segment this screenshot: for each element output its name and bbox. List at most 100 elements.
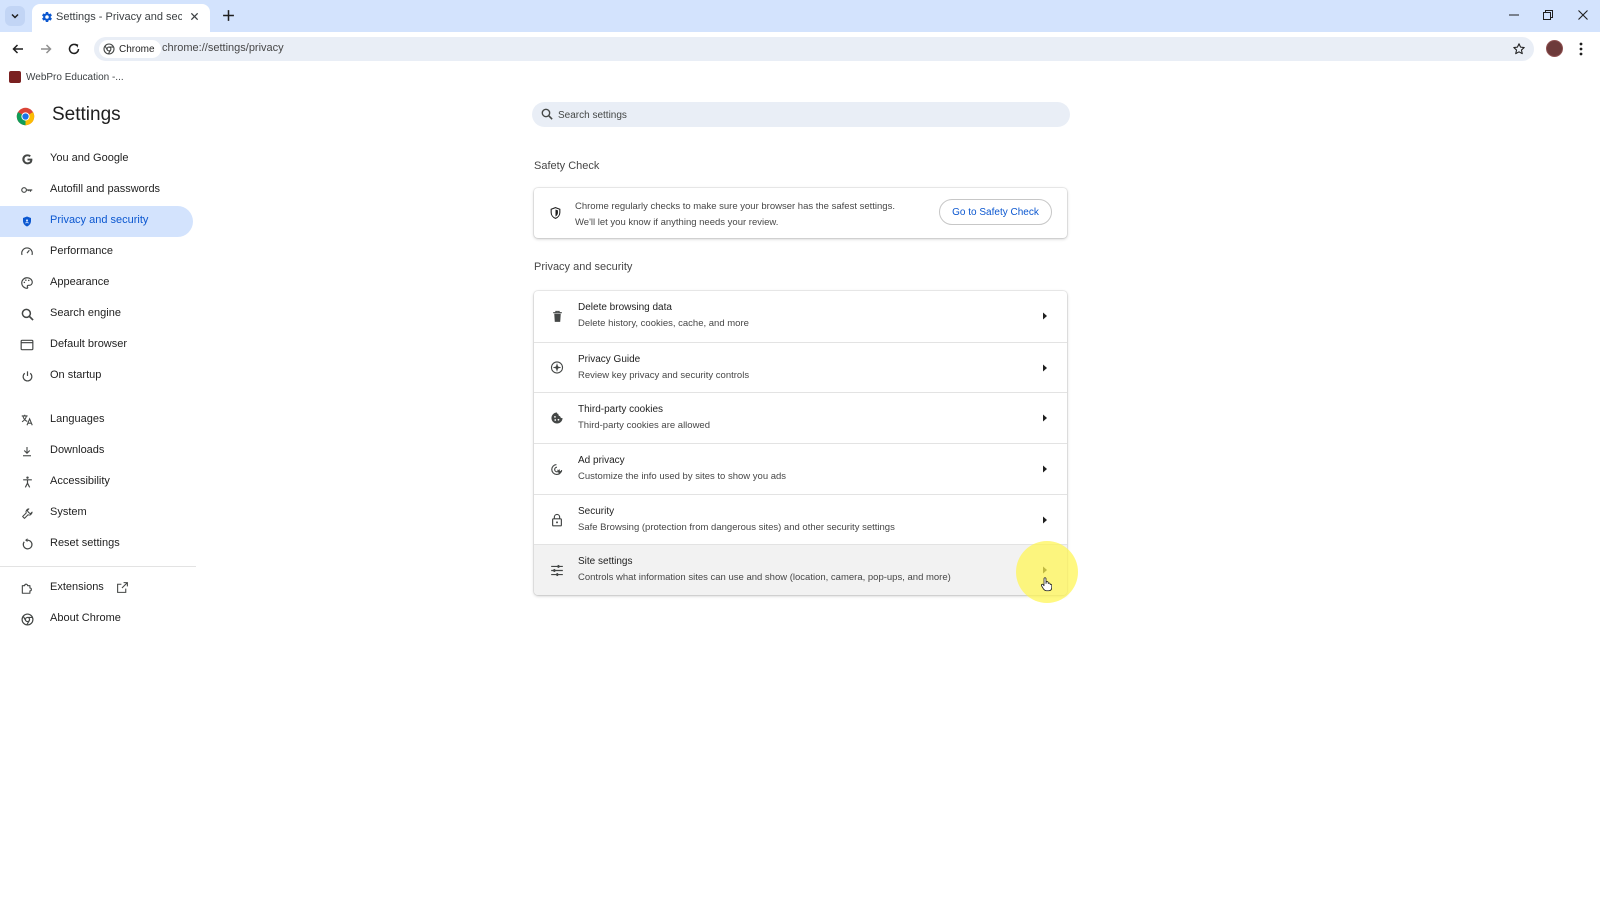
sidebar-item-on-startup[interactable]: On startup: [0, 361, 193, 392]
minimize-icon[interactable]: [1508, 9, 1520, 21]
sidebar-item-extensions[interactable]: Extensions: [0, 573, 193, 604]
sliders-icon: [550, 563, 564, 577]
row-title: Privacy Guide: [578, 353, 641, 365]
shield-icon: [20, 214, 34, 228]
google-g-icon: [20, 152, 34, 166]
sidebar-item-system[interactable]: System: [0, 498, 193, 529]
row-title: Site settings: [578, 556, 633, 568]
browser-window-icon: [20, 338, 34, 352]
search-icon: [20, 307, 34, 321]
translate-icon: [20, 413, 34, 427]
page-title: Settings: [52, 104, 121, 125]
sidebar-item-label: Default browser: [50, 338, 128, 350]
sidebar-divider: [0, 566, 196, 567]
sidebar-item-label: You and Google: [50, 152, 129, 164]
sidebar-item-reset[interactable]: Reset settings: [0, 529, 193, 560]
url-text[interactable]: chrome://settings/privacy: [162, 42, 284, 54]
settings-search[interactable]: [532, 102, 1070, 129]
back-arrow-icon[interactable]: [11, 42, 25, 56]
row-subtitle: Third-party cookies are allowed: [578, 420, 711, 432]
sidebar-item-search-engine[interactable]: Search engine: [0, 299, 193, 330]
sidebar-item-default-browser[interactable]: Default browser: [0, 330, 193, 361]
ad-privacy-icon: [550, 462, 564, 476]
key-icon: [20, 183, 34, 197]
row-privacy-guide[interactable]: Privacy Guide Review key privacy and sec…: [534, 341, 1067, 393]
sidebar-item-label: Accessibility: [50, 475, 110, 487]
chrome-icon: [103, 43, 115, 55]
privacy-section-heading: Privacy and security: [534, 261, 633, 273]
sidebar-item-label: Search engine: [50, 307, 121, 319]
reload-icon[interactable]: [67, 42, 81, 56]
shield-check-icon: [549, 206, 562, 220]
row-third-party-cookies[interactable]: Third-party cookies Third-party cookies …: [534, 392, 1067, 443]
sidebar-item-appearance[interactable]: Appearance: [0, 268, 193, 299]
sidebar-item-downloads[interactable]: Downloads: [0, 436, 193, 467]
sidebar-item-you-and-google[interactable]: You and Google: [0, 144, 193, 175]
site-info-chip[interactable]: Chrome: [99, 40, 161, 58]
sidebar-item-autofill[interactable]: Autofill and passwords: [0, 175, 193, 206]
window-close-icon[interactable]: [1577, 9, 1589, 21]
cookie-icon: [550, 411, 564, 425]
row-subtitle: Delete history, cookies, cache, and more: [578, 318, 749, 329]
sidebar-item-label: Downloads: [50, 444, 105, 456]
address-bar[interactable]: Chrome chrome://settings/privacy: [94, 37, 1534, 61]
compass-icon: [550, 361, 564, 375]
chrome-icon: [20, 612, 34, 626]
search-input[interactable]: [556, 102, 1060, 129]
tab-title: Settings - Privacy and security: [56, 11, 182, 23]
wrench-icon: [20, 506, 34, 520]
sidebar-item-label: Reset settings: [50, 537, 120, 549]
settings-page: Settings You and Google Autofill and pas…: [0, 92, 1600, 900]
go-to-safety-check-button[interactable]: Go to Safety Check: [939, 199, 1052, 225]
lock-icon: [550, 513, 564, 527]
gear-icon: [41, 11, 53, 23]
row-subtitle: Safe Browsing (protection from dangerous…: [578, 521, 895, 533]
forward-arrow-icon[interactable]: [39, 42, 53, 56]
sidebar-item-label: About Chrome: [50, 612, 121, 624]
bookmark-item[interactable]: WebPro Education -...: [9, 71, 124, 83]
tab-strip: Settings - Privacy and security: [0, 0, 1600, 32]
safety-check-line-2: We'll let you know if anything needs you…: [575, 217, 779, 228]
sidebar-item-label: Appearance: [50, 276, 110, 288]
restore-icon[interactable]: [1542, 9, 1554, 21]
close-icon[interactable]: [190, 12, 199, 21]
power-icon: [20, 369, 34, 383]
arrow-right-icon: [1042, 364, 1048, 372]
safety-check-description: Chrome regularly checks to make sure you…: [575, 199, 930, 231]
sidebar-item-label: On startup: [50, 369, 102, 381]
profile-avatar[interactable]: [1546, 40, 1563, 57]
browser-tab-active[interactable]: Settings - Privacy and security: [32, 4, 210, 32]
bookmark-favicon-icon: [9, 71, 21, 83]
site-chip-label: Chrome: [119, 43, 155, 55]
sidebar-item-performance[interactable]: Performance: [0, 237, 193, 268]
tab-search-button[interactable]: [5, 6, 25, 26]
new-tab-plus-icon[interactable]: [222, 9, 235, 22]
safety-check-card: Chrome regularly checks to make sure you…: [534, 188, 1067, 238]
row-ad-privacy[interactable]: Ad privacy Customize the info used by si…: [534, 443, 1067, 494]
puzzle-icon: [20, 581, 34, 595]
bookmark-star-icon[interactable]: [1512, 42, 1526, 56]
cursor-highlight: [1016, 541, 1078, 603]
sidebar-item-label: Autofill and passwords: [50, 183, 161, 195]
sidebar-item-accessibility[interactable]: Accessibility: [0, 467, 193, 498]
sidebar-item-label: Extensions: [50, 581, 104, 593]
kebab-menu-icon[interactable]: [1579, 42, 1583, 56]
sidebar-item-label: Privacy and security: [50, 214, 149, 226]
row-delete-browsing-data[interactable]: Delete browsing data Delete history, coo…: [534, 291, 1067, 342]
sidebar-item-languages[interactable]: Languages: [0, 405, 193, 436]
sidebar-item-about-chrome[interactable]: About Chrome: [0, 604, 193, 635]
row-title: Ad privacy: [578, 455, 625, 467]
row-title: Security: [578, 505, 615, 517]
sidebar-item-privacy[interactable]: Privacy and security: [0, 206, 193, 237]
row-title: Third-party cookies: [578, 404, 664, 416]
browser-toolbar: Chrome chrome://settings/privacy: [0, 32, 1600, 66]
arrow-right-icon: [1042, 414, 1048, 422]
row-security[interactable]: Security Safe Browsing (protection from …: [534, 493, 1067, 545]
speedometer-icon: [20, 245, 34, 259]
safety-check-heading: Safety Check: [534, 160, 600, 172]
row-site-settings[interactable]: Site settings Controls what information …: [534, 544, 1067, 596]
chevron-down-icon: [11, 13, 19, 19]
chrome-logo-icon: [16, 107, 35, 126]
safety-check-line-1: Chrome regularly checks to make sure you…: [575, 201, 895, 212]
row-title: Delete browsing data: [578, 302, 672, 313]
